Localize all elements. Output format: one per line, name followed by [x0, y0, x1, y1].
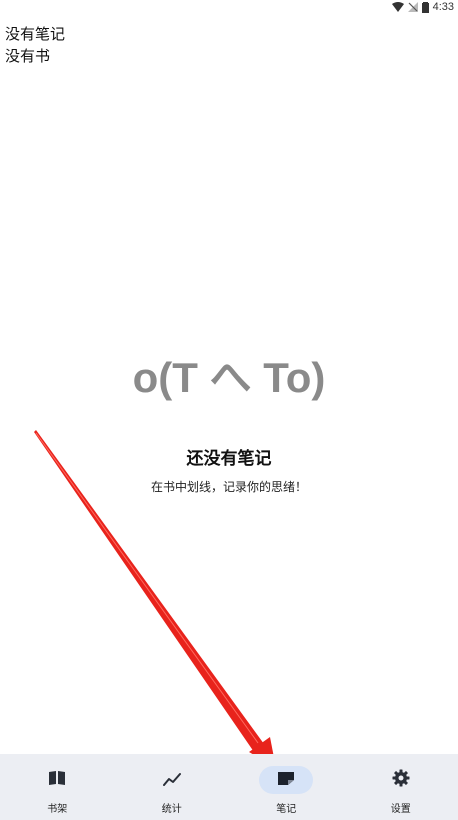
nav-label-stats: 统计: [161, 804, 182, 815]
app-screen: 4:33 没有笔记 没有书 o(T へ To) 还没有笔记 在书中划线，记录你的…: [0, 0, 458, 820]
nav-item-stats[interactable]: 统计: [115, 754, 230, 820]
nav-item-notes[interactable]: 笔记: [229, 754, 344, 820]
header-line-books: 没有书: [5, 47, 51, 65]
nav-item-settings[interactable]: 设置: [344, 754, 458, 820]
nav-icon-container: [30, 766, 84, 794]
status-time: 4:33: [432, 1, 454, 13]
nav-label-settings: 设置: [390, 804, 411, 815]
bottom-navigation: 书架 统计 笔记 设置: [0, 754, 458, 820]
header-text: 没有笔记 没有书: [5, 23, 65, 67]
annotation-arrow: [34, 430, 276, 768]
wifi-icon: [391, 2, 404, 12]
book-icon: [48, 770, 66, 790]
empty-state-subtitle: 在书中划线，记录你的思绪！: [150, 480, 307, 494]
status-bar: 4:33: [391, 0, 458, 14]
nav-icon-container: [374, 766, 428, 794]
trend-icon: [162, 771, 181, 790]
empty-state-title: 还没有笔记: [186, 449, 272, 469]
nav-item-bookshelf[interactable]: 书架: [0, 754, 115, 820]
gear-icon: [392, 769, 410, 791]
nav-label-bookshelf: 书架: [47, 804, 68, 815]
nav-label-notes: 笔记: [276, 804, 297, 815]
empty-state-face: o(T へ To): [132, 354, 326, 401]
note-icon: [277, 771, 295, 790]
nav-icon-container: [145, 766, 199, 794]
header-line-notes: 没有笔记: [5, 25, 66, 43]
nav-icon-container-active: [259, 766, 314, 794]
signal-icon: [407, 2, 418, 12]
battery-icon: [421, 1, 429, 13]
